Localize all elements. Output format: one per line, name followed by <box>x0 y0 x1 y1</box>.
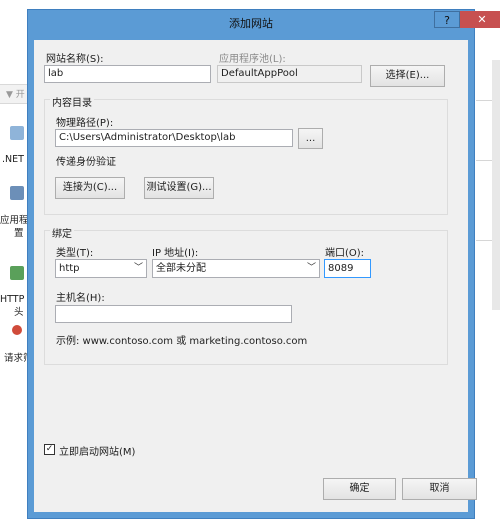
pass-through-auth-label: 传递身份验证 <box>56 157 116 168</box>
close-button[interactable]: ✕ <box>460 11 500 28</box>
checkmark-icon: ✓ <box>45 444 54 454</box>
port-label: 端口(O): <box>325 248 365 259</box>
dotnet-icon <box>10 126 24 140</box>
select-app-pool-button[interactable]: 选择(E)... <box>370 65 445 87</box>
app-pool-field: DefaultAppPool <box>217 65 362 83</box>
help-button[interactable]: ? <box>434 11 460 28</box>
ok-button[interactable]: 确定 <box>323 478 396 500</box>
app-icon <box>10 186 24 200</box>
type-select[interactable]: http ﹀ <box>55 259 147 278</box>
start-site-label[interactable]: 立即启动网站(M) <box>59 443 135 458</box>
http-icon <box>10 266 24 280</box>
content-directory-label: 内容目录 <box>50 94 94 109</box>
physical-path-label: 物理路径(P): <box>56 118 114 129</box>
ip-address-label: IP 地址(I): <box>152 248 199 259</box>
bg-item-app-2: 置 <box>14 228 24 239</box>
hostname-label: 主机名(H): <box>56 293 105 304</box>
request-filter-icon <box>12 325 22 335</box>
port-input[interactable]: 8089 <box>324 259 371 278</box>
physical-path-input[interactable]: C:\Users\Administrator\Desktop\lab <box>55 129 293 147</box>
test-settings-button[interactable]: 测试设置(G)... <box>144 177 214 199</box>
chevron-down-icon: ﹀ <box>133 263 143 273</box>
hostname-input[interactable] <box>55 305 292 323</box>
app-pool-label: 应用程序池(L): <box>219 54 286 65</box>
bg-item-dotnet: .NET <box>2 154 24 165</box>
start-site-checkbox[interactable]: ✓ <box>44 444 55 455</box>
background-toolbar: ▼ 开 <box>0 84 28 104</box>
type-label: 类型(T): <box>56 248 94 259</box>
background-window-left <box>0 0 28 520</box>
dialog-title: 添加网站 <box>229 17 273 30</box>
cancel-button[interactable]: 取消 <box>402 478 477 500</box>
connect-as-button[interactable]: 连接为(C)... <box>55 177 125 199</box>
site-name-input[interactable]: lab <box>44 65 211 83</box>
site-name-label: 网站名称(S): <box>46 54 104 65</box>
bg-item-http-2: 头 <box>14 307 24 318</box>
filter-icon: ▼ <box>6 90 16 100</box>
background-scrollbar[interactable] <box>492 60 500 310</box>
binding-label: 绑定 <box>50 225 74 240</box>
browse-button[interactable]: ... <box>298 128 323 149</box>
chevron-down-icon: ﹀ <box>306 263 316 273</box>
add-website-dialog: 添加网站 ? ✕ 网站名称(S): lab 应用程序池(L): DefaultA… <box>27 9 500 519</box>
dialog-body: 网站名称(S): lab 应用程序池(L): DefaultAppPool 选择… <box>34 40 477 512</box>
title-bar[interactable]: 添加网站 ? ✕ <box>28 10 500 34</box>
ip-address-select[interactable]: 全部未分配 ﹀ <box>152 259 320 278</box>
bg-item-app: 应用程 <box>0 215 29 226</box>
example-text: 示例: www.contoso.com 或 marketing.contoso.… <box>56 336 308 347</box>
close-icon: ✕ <box>477 13 487 26</box>
